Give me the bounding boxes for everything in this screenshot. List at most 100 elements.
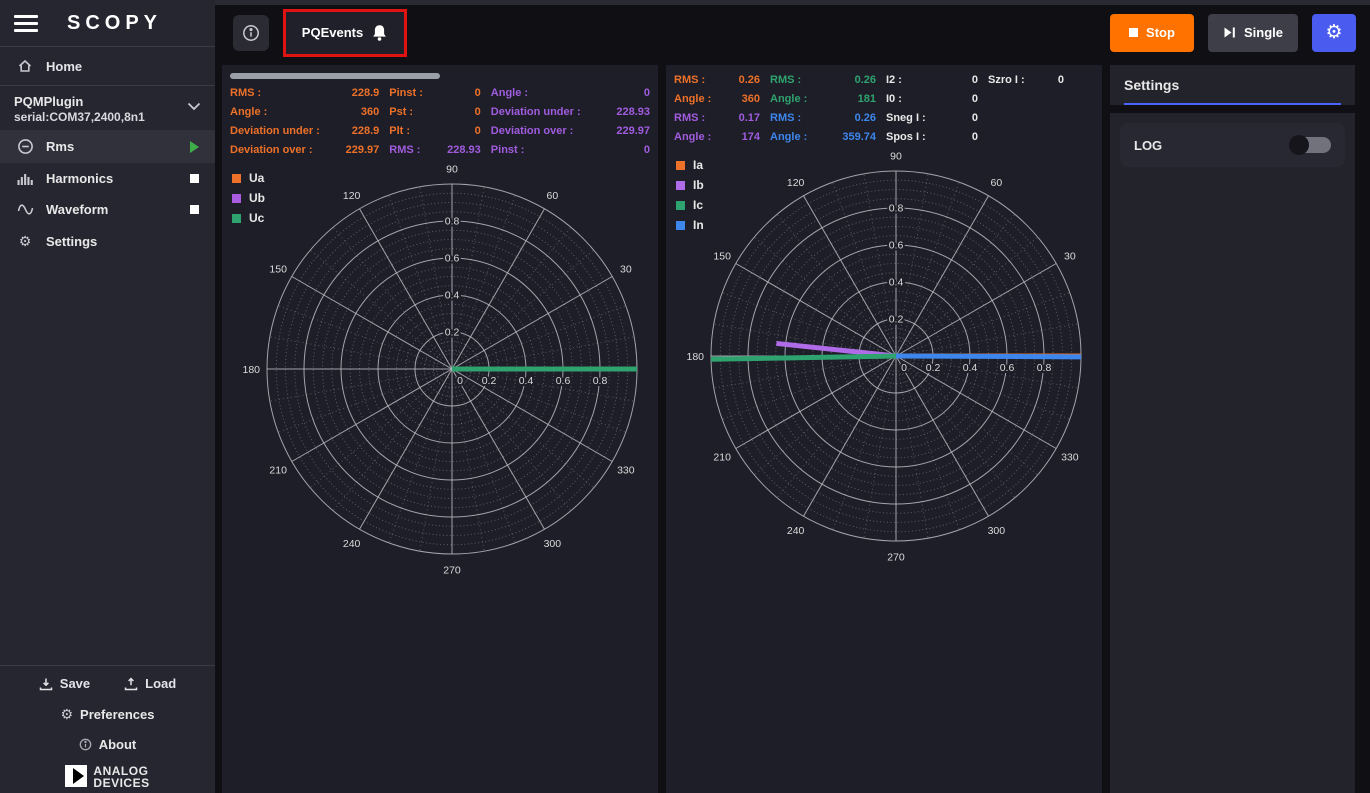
measurement-label: Deviation over :: [491, 122, 574, 141]
angle-tick-label: 120: [343, 190, 361, 202]
angle-tick-label: 300: [544, 538, 562, 550]
single-button[interactable]: Single: [1208, 14, 1298, 52]
legend-label: Ub: [249, 191, 265, 205]
radial-tick-label: 0.2: [926, 362, 941, 374]
stopped-indicator-icon[interactable]: [190, 174, 199, 183]
angle-tick-label: 30: [1064, 251, 1076, 263]
angle-tick-label: 30: [620, 264, 632, 276]
angle-tick-label: 270: [443, 565, 461, 577]
legend-item[interactable]: Ua: [232, 168, 265, 188]
measurement-value: 0.26: [739, 71, 760, 90]
legend-color-swatch: [676, 181, 685, 190]
measurement: Deviation over :229.97: [491, 122, 650, 141]
measurement-value: 0.26: [855, 109, 876, 128]
bell-icon: [371, 24, 388, 42]
radial-tick-label: 0.2: [889, 314, 904, 326]
sidebar-item-home[interactable]: Home: [0, 47, 215, 85]
upload-icon: [124, 677, 138, 691]
sidebar-item-waveform[interactable]: Waveform: [0, 194, 215, 225]
gear-icon: ⚙: [16, 233, 34, 250]
sidebar-item-label: Home: [46, 59, 82, 74]
measurement-label: Angle :: [491, 84, 528, 103]
content: RMS :228.9Angle :360Deviation under :228…: [215, 60, 1370, 793]
sidebar-header: SCOPY: [0, 0, 215, 46]
measurements-scrollbar[interactable]: [230, 73, 440, 79]
phasor-Ic: [711, 356, 896, 359]
legend-item[interactable]: Ib: [676, 175, 704, 195]
angle-tick-label: 330: [1061, 451, 1079, 463]
measurement: Plt :0: [389, 122, 481, 141]
measurement-value: 0: [972, 90, 978, 109]
pqevents-button[interactable]: PQEvents: [286, 12, 404, 54]
sidebar-item-label: Settings: [46, 234, 199, 249]
legend-item[interactable]: Ub: [232, 188, 265, 208]
plot-settings-button[interactable]: ⚙: [1312, 14, 1356, 52]
voltage-chart-area: UaUbUc 03060901201501802102402703003300.…: [230, 164, 650, 787]
download-icon: [39, 677, 53, 691]
preferences-button[interactable]: ⚙ Preferences: [0, 699, 215, 730]
legend-item[interactable]: Uc: [232, 208, 265, 228]
single-run-icon: [1223, 26, 1236, 39]
settings-panel: Settings LOG: [1110, 65, 1355, 793]
about-button[interactable]: About: [0, 730, 215, 759]
log-toggle[interactable]: [1291, 137, 1331, 153]
running-indicator-icon[interactable]: [190, 141, 199, 153]
voltage-chart-card: RMS :228.9Angle :360Deviation under :228…: [222, 65, 658, 793]
measurement-label: I0 :: [886, 90, 902, 109]
legend-item[interactable]: In: [676, 215, 704, 235]
measurement: Angle :0: [491, 84, 650, 103]
sidebar-item-label: Rms: [46, 139, 178, 154]
info-button[interactable]: [233, 15, 269, 51]
plugin-name: PQMPlugin: [14, 94, 187, 109]
radial-tick-label: 0: [457, 375, 463, 387]
radial-tick-label: 0.2: [445, 327, 460, 339]
measurement-value: 360: [742, 90, 760, 109]
measurement-label: Angle :: [770, 90, 807, 109]
sidebar-footer: Save Load ⚙ Preferences About: [0, 665, 215, 793]
measurement-label: Angle :: [230, 103, 267, 122]
sidebar-plugin-header[interactable]: PQMPlugin serial:COM37,2400,8n1: [0, 86, 215, 130]
settings-panel-title: Settings: [1124, 77, 1341, 103]
voltage-measurements: RMS :228.9Angle :360Deviation under :228…: [230, 84, 650, 160]
measurement: Pinst :0: [491, 141, 650, 160]
angle-tick-label: 240: [787, 525, 805, 537]
measurement-label: I2 :: [886, 71, 902, 90]
toolbar: PQEvents Stop Single ⚙: [215, 5, 1370, 60]
angle-tick-label: 180: [243, 364, 261, 376]
sidebar-item-rms[interactable]: Rms: [0, 130, 215, 163]
scopy-app: SCOPY Home PQMPlugin serial:COM37,2400,8…: [0, 0, 1370, 793]
sidebar-item-harmonics[interactable]: Harmonics: [0, 163, 215, 194]
load-button[interactable]: Load: [124, 676, 176, 691]
measurement-label: RMS :: [674, 109, 705, 128]
legend-item[interactable]: Ic: [676, 195, 704, 215]
measurement-label: Angle :: [770, 128, 807, 147]
angle-tick-label: 210: [713, 451, 731, 463]
hamburger-menu-icon[interactable]: [14, 11, 38, 36]
sidebar-item-settings[interactable]: ⚙ Settings: [0, 225, 215, 258]
legend-color-swatch: [676, 221, 685, 230]
measurement-label: Angle :: [674, 128, 711, 147]
measurement-label: RMS :: [770, 109, 801, 128]
radial-tick-label: 0.8: [889, 203, 904, 215]
measurement: Sneg I :0: [886, 109, 978, 128]
save-button[interactable]: Save: [39, 676, 90, 691]
measurement-value: 229.97: [346, 141, 380, 160]
measurement-label: Pinst :: [491, 141, 525, 160]
plugin-serial: serial:COM37,2400,8n1: [14, 110, 187, 124]
radial-tick-label: 0.6: [445, 253, 460, 265]
measurement-value: 0.17: [739, 109, 760, 128]
radial-tick-label: 0.2: [482, 375, 497, 387]
measurement-label: RMS :: [230, 84, 261, 103]
measurement-label: RMS :: [770, 71, 801, 90]
chevron-down-icon[interactable]: [187, 98, 201, 116]
settings-underline: [1124, 103, 1341, 105]
legend-label: Ic: [693, 198, 703, 212]
stop-button[interactable]: Stop: [1110, 14, 1194, 52]
measurement: Pinst :0: [389, 84, 481, 103]
measurement: I0 : 0: [886, 90, 978, 109]
angle-tick-label: 60: [991, 177, 1003, 189]
radial-tick-label: 0.8: [593, 375, 608, 387]
current-chart-card: RMS :0.26Angle :360RMS :0.17Angle :174RM…: [666, 65, 1102, 793]
stopped-indicator-icon[interactable]: [190, 205, 199, 214]
legend-item[interactable]: Ia: [676, 155, 704, 175]
